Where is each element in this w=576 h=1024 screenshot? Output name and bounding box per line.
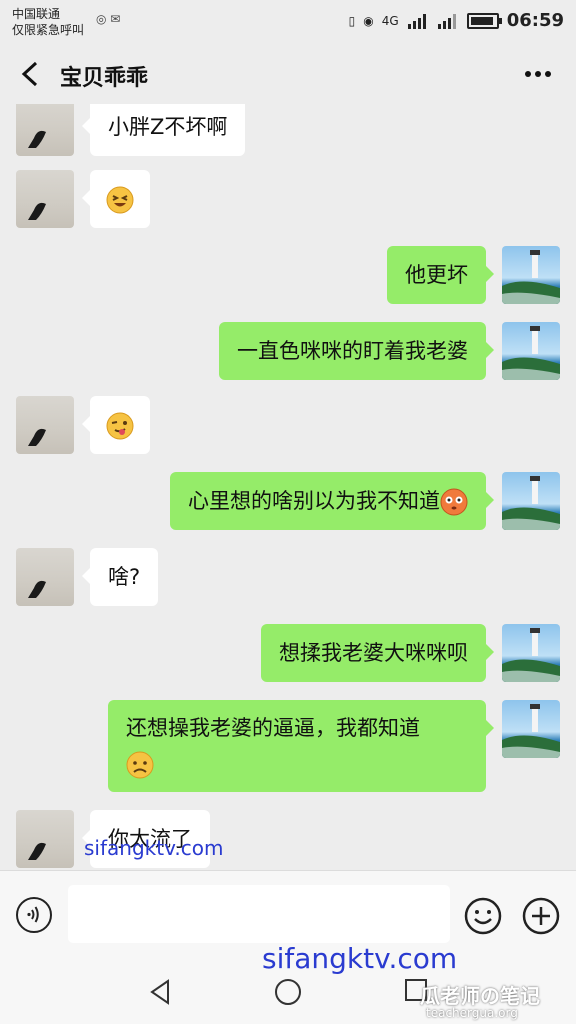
contact-avatar[interactable] bbox=[16, 104, 74, 156]
emergency-only-text: 仅限紧急呼叫 bbox=[12, 23, 85, 37]
voice-wave-icon bbox=[27, 906, 39, 923]
signal-icon-2 bbox=[437, 13, 456, 29]
vibrate-icon: ▯ bbox=[348, 13, 356, 28]
message-bubble-right[interactable]: 还想操我老婆的逼逼，我都知道 bbox=[108, 700, 494, 792]
winking-tongue-emoji bbox=[106, 412, 134, 440]
watermark-brand: 瓜老师の笔记 bbox=[420, 984, 540, 1008]
grinning-squint-emoji bbox=[106, 186, 134, 214]
my-avatar[interactable] bbox=[502, 472, 560, 530]
plus-more-icon[interactable] bbox=[522, 897, 560, 935]
watermark-site-small: sifangktv.com bbox=[84, 836, 224, 860]
message-list[interactable]: 小胖Z不坏啊 他更坏 一直色咪咪的盯着我老婆 心里想的啥别以为我不知道 啥? 想… bbox=[0, 104, 576, 870]
contact-avatar[interactable] bbox=[16, 396, 74, 454]
message-bubble-left[interactable]: 小胖Z不坏啊 bbox=[81, 104, 246, 156]
contact-avatar[interactable] bbox=[16, 810, 74, 868]
my-avatar[interactable] bbox=[502, 700, 560, 758]
signal-icon bbox=[407, 13, 426, 29]
nav-home-icon[interactable] bbox=[274, 978, 302, 1006]
watermark-brand-url: teachergua.org bbox=[426, 1006, 518, 1020]
status-right: ▯ ◉ 4G 06:59 bbox=[349, 10, 564, 31]
message-bubble-left[interactable] bbox=[82, 170, 150, 228]
carrier-info: 中国联通 仅限紧急呼叫 bbox=[12, 6, 84, 38]
message-bubble-left[interactable]: 啥? bbox=[81, 548, 159, 606]
more-options-icon[interactable] bbox=[524, 62, 552, 86]
emoji-picker-icon[interactable] bbox=[464, 897, 502, 935]
status-bar: 中国联通 仅限紧急呼叫 ◎ ✉ ▯ ◉ 4G 06:59 bbox=[0, 0, 576, 44]
contact-avatar[interactable] bbox=[16, 548, 74, 606]
battery-icon bbox=[466, 12, 502, 29]
my-avatar[interactable] bbox=[502, 246, 560, 304]
message-input[interactable] bbox=[68, 885, 450, 943]
message-bubble-left[interactable] bbox=[82, 396, 150, 454]
chat-title: 宝贝乖乖 bbox=[60, 66, 149, 91]
message-text: 啥? bbox=[108, 565, 141, 589]
message-text: 小胖Z不坏啊 bbox=[108, 115, 228, 139]
notification-icons: ◎ ✉ bbox=[96, 12, 121, 26]
my-avatar[interactable] bbox=[502, 322, 560, 380]
nav-back-icon[interactable] bbox=[148, 978, 172, 1006]
message-text: 他更坏 bbox=[405, 263, 468, 287]
message-text: 想揉我老婆大咪咪呗 bbox=[279, 641, 468, 665]
clock: 06:59 bbox=[506, 10, 564, 31]
contact-avatar[interactable] bbox=[16, 170, 74, 228]
message-text: 心里想的啥别以为我不知道 bbox=[188, 489, 440, 513]
signal-type: 4G bbox=[381, 13, 399, 28]
message-bubble-right[interactable]: 心里想的啥别以为我不知道 bbox=[170, 472, 494, 530]
message-bubble-right[interactable]: 一直色咪咪的盯着我老婆 bbox=[219, 322, 494, 380]
eye-icon: ◉ bbox=[363, 13, 374, 28]
frowning-emoji bbox=[126, 751, 154, 779]
carrier-name: 中国联通 bbox=[12, 7, 61, 21]
my-avatar[interactable] bbox=[502, 624, 560, 682]
message-bubble-right[interactable]: 想揉我老婆大咪咪呗 bbox=[261, 624, 494, 682]
message-bubble-right[interactable]: 他更坏 bbox=[387, 246, 494, 304]
message-text: 还想操我老婆的逼逼，我都知道 bbox=[126, 716, 420, 740]
flushed-emoji bbox=[440, 488, 468, 516]
chat-header: 宝贝乖乖 bbox=[0, 44, 576, 104]
voice-input-button[interactable] bbox=[16, 897, 52, 933]
watermark-site-large: sifangktv.com bbox=[262, 942, 458, 975]
back-arrow-icon[interactable] bbox=[18, 60, 42, 88]
message-text: 一直色咪咪的盯着我老婆 bbox=[237, 339, 468, 363]
